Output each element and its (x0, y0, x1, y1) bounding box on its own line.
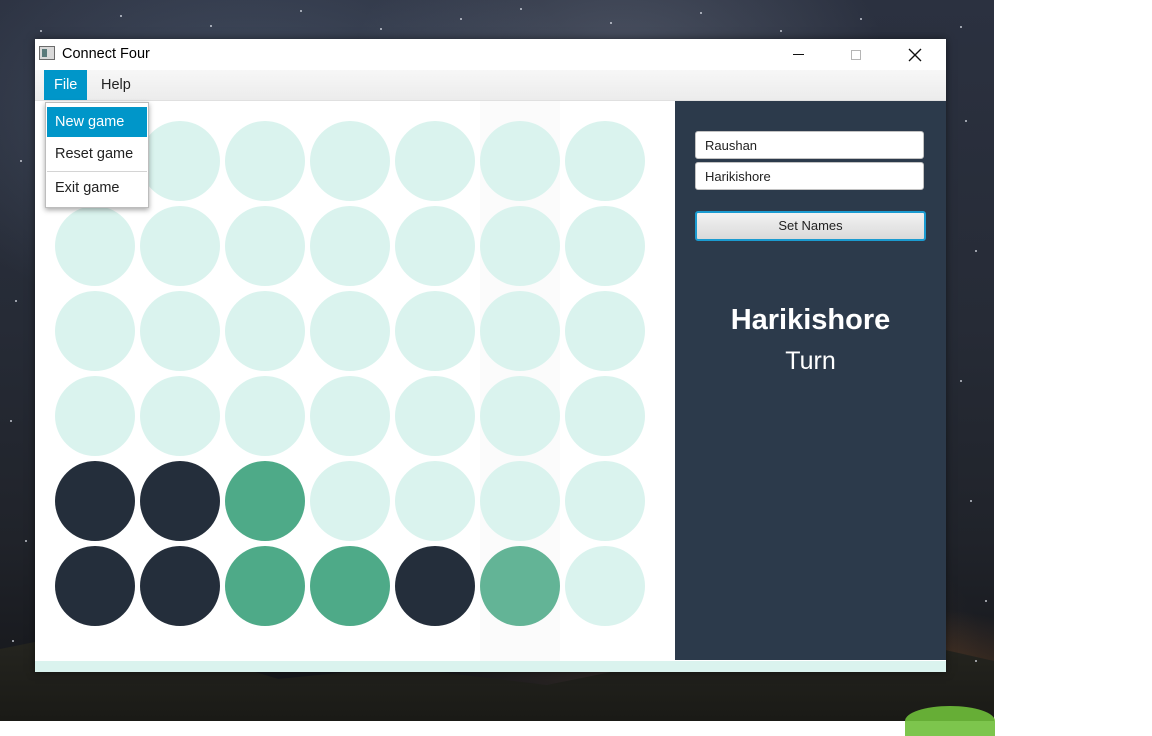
menu-bar: File Help (35, 70, 946, 101)
board-cell-player-two[interactable] (310, 546, 390, 626)
board-cell-empty[interactable] (225, 291, 305, 371)
board-cell-empty[interactable] (480, 206, 560, 286)
maximize-icon (851, 49, 861, 60)
board-cell-empty[interactable] (480, 461, 560, 541)
wallpaper-star (380, 28, 382, 30)
board-cell-player-one[interactable] (140, 461, 220, 541)
board-cell-empty[interactable] (395, 206, 475, 286)
board-cell-empty[interactable] (565, 461, 645, 541)
menu-file[interactable]: File (44, 70, 88, 100)
file-menu-dropdown: New game Reset game Exit game (45, 102, 149, 208)
wallpaper-plant (905, 706, 995, 736)
board-cell-empty[interactable] (310, 121, 390, 201)
board-cell-empty[interactable] (310, 206, 390, 286)
board-cell-empty[interactable] (480, 376, 560, 456)
board-cell-empty[interactable] (140, 206, 220, 286)
board-cell-player-one[interactable] (55, 546, 135, 626)
close-icon (908, 48, 922, 61)
menu-item-new-game[interactable]: New game (47, 107, 147, 137)
board-cell-empty[interactable] (310, 291, 390, 371)
wallpaper-star (700, 12, 702, 14)
app-window: Connect Four File Help Set Names Harikis… (35, 39, 946, 672)
wallpaper-star (960, 380, 962, 382)
board-cell-empty[interactable] (480, 291, 560, 371)
board-cell-empty[interactable] (55, 376, 135, 456)
board-cell-empty[interactable] (140, 376, 220, 456)
wallpaper-star (610, 22, 612, 24)
title-bar[interactable]: Connect Four (35, 39, 946, 70)
wallpaper-star (985, 600, 987, 602)
board-cell-empty[interactable] (225, 206, 305, 286)
wallpaper-star (25, 540, 27, 542)
board-cell-empty[interactable] (140, 291, 220, 371)
board-cell-empty[interactable] (395, 291, 475, 371)
board-cell-empty[interactable] (565, 121, 645, 201)
menu-item-reset-game[interactable]: Reset game (47, 139, 147, 169)
wallpaper-star (860, 18, 862, 20)
window-title: Connect Four (62, 46, 150, 62)
board-cell-last-move[interactable] (480, 546, 560, 626)
board-cell-empty[interactable] (310, 376, 390, 456)
board-cell-player-two[interactable] (225, 461, 305, 541)
close-button[interactable] (892, 39, 938, 70)
wallpaper-star (12, 640, 14, 642)
player-one-name-field[interactable] (695, 131, 924, 159)
board-cell-player-one[interactable] (395, 546, 475, 626)
menu-item-exit-game[interactable]: Exit game (47, 173, 147, 203)
maximize-button[interactable] (833, 39, 879, 70)
board-cell-empty[interactable] (395, 461, 475, 541)
wallpaper-star (10, 420, 12, 422)
side-panel: Set Names Harikishore Turn (675, 101, 946, 660)
menu-help[interactable]: Help (91, 70, 141, 100)
board-cell-empty[interactable] (565, 376, 645, 456)
board-cell-empty[interactable] (565, 206, 645, 286)
current-player-name: Harikishore (730, 304, 891, 336)
wallpaper-star (210, 25, 212, 27)
board-cell-empty[interactable] (140, 121, 220, 201)
board-cell-empty[interactable] (565, 546, 645, 626)
player-two-name-field[interactable] (695, 162, 924, 190)
wallpaper-star (520, 8, 522, 10)
board-cell-empty[interactable] (395, 121, 475, 201)
minimize-icon (792, 54, 804, 55)
board-cell-empty[interactable] (310, 461, 390, 541)
board-cell-empty[interactable] (480, 121, 560, 201)
wallpaper-star (960, 26, 962, 28)
wallpaper-star (460, 18, 462, 20)
board-cell-player-one[interactable] (55, 461, 135, 541)
board-cell-player-one[interactable] (140, 546, 220, 626)
wallpaper-star (15, 300, 17, 302)
wallpaper-star (975, 660, 977, 662)
wallpaper-star (20, 160, 22, 162)
board-cell-empty[interactable] (225, 121, 305, 201)
board-cell-empty[interactable] (225, 376, 305, 456)
turn-label: Turn (785, 347, 836, 375)
board-cell-empty[interactable] (395, 376, 475, 456)
board-cell-empty[interactable] (565, 291, 645, 371)
set-names-button[interactable]: Set Names (695, 211, 926, 241)
wallpaper-star (120, 15, 122, 17)
bottom-strip (35, 661, 946, 672)
menu-separator (47, 171, 147, 172)
minimize-button[interactable] (775, 39, 821, 70)
board-cell-player-two[interactable] (225, 546, 305, 626)
wallpaper-star (965, 120, 967, 122)
wallpaper-star (300, 10, 302, 12)
board-cell-empty[interactable] (55, 291, 135, 371)
app-icon (39, 46, 55, 60)
wallpaper-star (780, 30, 782, 32)
wallpaper-star (975, 250, 977, 252)
board-cell-empty[interactable] (55, 206, 135, 286)
wallpaper-star (40, 30, 42, 32)
wallpaper-star (970, 500, 972, 502)
